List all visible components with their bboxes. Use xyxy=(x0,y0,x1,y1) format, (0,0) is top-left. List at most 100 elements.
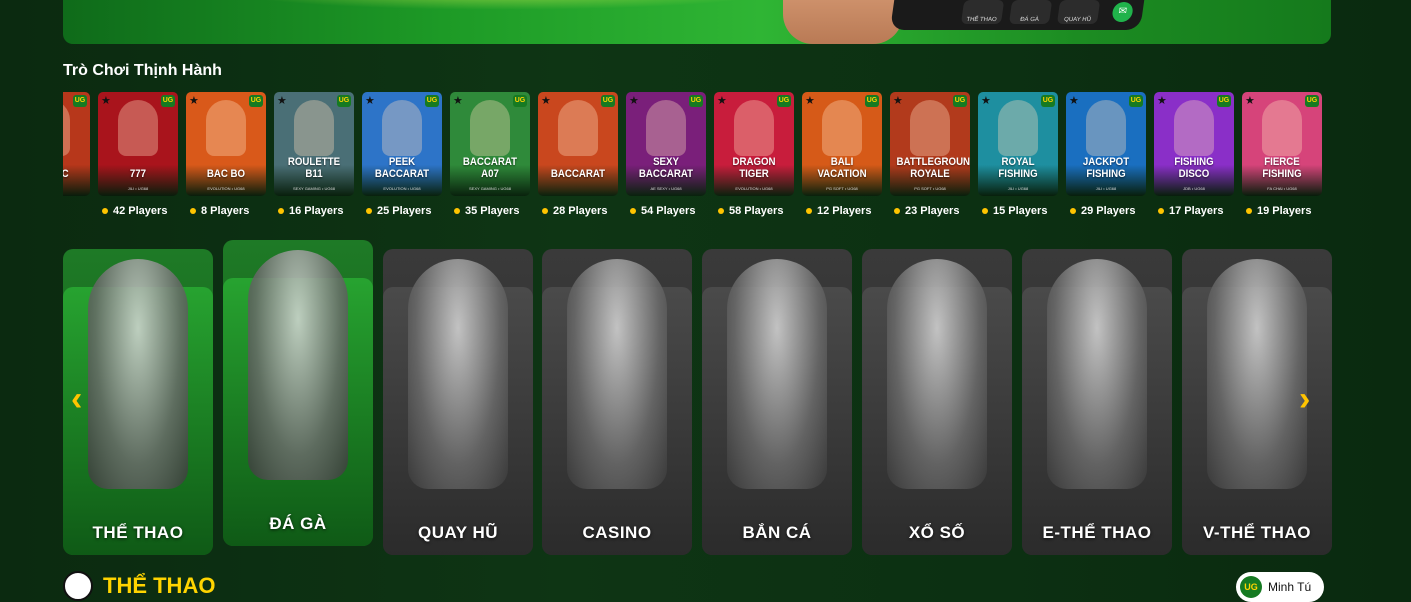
game-thumbnail[interactable]: ★UG...ES EC xyxy=(63,92,90,196)
carousel-next-arrow[interactable]: › xyxy=(1299,380,1310,419)
star-icon[interactable]: ★ xyxy=(629,94,639,107)
game-thumbnail[interactable]: ★ UG JACKPOT FISHING JILI • UG68 xyxy=(1066,92,1146,196)
game-art xyxy=(206,100,246,156)
star-icon[interactable]: ★ xyxy=(189,94,199,107)
category-art xyxy=(248,250,348,480)
star-icon[interactable]: ★ xyxy=(981,94,991,107)
game-art xyxy=(558,100,598,156)
game-title: FISHING DISCO xyxy=(1174,156,1214,180)
category-card[interactable]: ĐÁ GÀ xyxy=(223,240,373,546)
players-count: 58 Players xyxy=(714,205,794,217)
game-thumbnail[interactable]: ★ UG BACCARAT A07 SEXY GAMING • UG68 xyxy=(450,92,530,196)
game-card[interactable]: ★ UG ROULETTE B11 SEXY GAMING • UG68 16 Play… xyxy=(274,92,354,217)
star-icon[interactable]: ★ xyxy=(805,94,815,107)
soccer-ball-icon xyxy=(63,571,93,601)
game-card[interactable]: ★ UG BATTLEGROUND ROYALE PG SOFT • UG68 23 P… xyxy=(890,92,970,217)
game-card[interactable]: ★ UG SEXY BACCARAT AE SEXY • UG68 54 Players xyxy=(626,92,706,217)
star-icon[interactable]: ★ xyxy=(453,94,463,107)
phone-tab-the-thao: THỂ THAO xyxy=(960,0,1005,24)
players-count-label: 12 Players xyxy=(817,205,872,217)
game-art xyxy=(470,100,510,156)
game-card[interactable]: ★UG...ES EC ...ers xyxy=(63,92,90,217)
online-dot-icon xyxy=(982,208,988,215)
sports-section-title: THỂ THAO xyxy=(103,573,216,598)
game-card[interactable]: ★ UG JACKPOT FISHING JILI • UG68 29 Players xyxy=(1066,92,1146,217)
game-art xyxy=(382,100,422,156)
game-title: BATTLEGROUND ROYALE xyxy=(896,156,970,180)
banner-headline-glow xyxy=(223,0,783,10)
players-count-label: 16 Players xyxy=(289,205,344,217)
online-dot-icon xyxy=(806,208,812,215)
players-count: 12 Players xyxy=(802,205,882,217)
game-thumbnail[interactable]: ★ UG BATTLEGROUND ROYALE PG SOFT • UG68 xyxy=(890,92,970,196)
players-count: 17 Players xyxy=(1154,205,1234,217)
ug-logo-icon: UG xyxy=(161,95,175,107)
game-card[interactable]: ★ UG BAC BO EVOLUTION • UG68 8 Players xyxy=(186,92,266,217)
game-card[interactable]: ★ UG DRAGON TIGER EVOLUTION • UG68 58 Player… xyxy=(714,92,794,217)
game-provider: EVOLUTION • UG68 xyxy=(383,186,421,191)
ug-logo-icon: UG xyxy=(865,95,879,107)
category-carousel[interactable]: V-THỂ THAO E-THỂ THAO XỔ SỐ BẮN CÁ CASINO QUA… xyxy=(63,240,1332,560)
game-card[interactable]: ★ UG BACCARAT 28 Players xyxy=(538,92,618,217)
trending-games-carousel[interactable]: ★ UG ...ES EC ...ers ★ UG 777 JILI • UG68 42 Pla… xyxy=(63,92,1331,222)
game-card[interactable]: ★ UG BALI VACATION PG SOFT • UG68 12 Players xyxy=(802,92,882,217)
category-card[interactable]: BẮN CÁ xyxy=(702,249,852,555)
game-card[interactable]: ★ UG 777 JILI • UG68 42 Players xyxy=(98,92,178,217)
star-icon[interactable]: ★ xyxy=(893,94,903,107)
game-card[interactable]: ★ UG FISHING DISCO JDB • UG68 17 Players xyxy=(1154,92,1234,217)
game-art xyxy=(1262,100,1302,156)
game-thumbnail[interactable]: ★ UG BALI VACATION PG SOFT • UG68 xyxy=(802,92,882,196)
online-dot-icon xyxy=(1246,208,1252,215)
players-count: ...ers xyxy=(63,205,90,217)
game-title: BALI VACATION xyxy=(817,156,867,180)
star-icon[interactable]: ★ xyxy=(1245,94,1255,107)
players-count-label: 23 Players xyxy=(905,205,960,217)
game-art xyxy=(1174,100,1214,156)
game-provider: PG SOFT • UG68 xyxy=(914,186,946,191)
category-card[interactable]: XỔ SỐ xyxy=(862,249,1012,555)
user-badge[interactable]: UG Minh Tú xyxy=(1236,572,1324,602)
game-thumbnail[interactable]: ★ UG PEEK BACCARAT EVOLUTION • UG68 xyxy=(362,92,442,196)
game-card[interactable]: ★ UG ROYAL FISHING JILI • UG68 15 Players xyxy=(978,92,1058,217)
game-provider: JILI • UG68 xyxy=(1007,186,1029,191)
game-thumbnail[interactable]: ★ UG ROYAL FISHING JILI • UG68 xyxy=(978,92,1058,196)
players-count-label: 19 Players xyxy=(1257,205,1312,217)
star-icon[interactable]: ★ xyxy=(1069,94,1079,107)
game-thumbnail[interactable]: ★ UG BACCARAT xyxy=(538,92,618,196)
category-card[interactable]: THỂ THAO xyxy=(63,249,213,555)
game-provider: PG SOFT • UG68 xyxy=(826,186,858,191)
star-icon[interactable]: ★ xyxy=(1157,94,1167,107)
game-thumbnail[interactable]: ★ UG DRAGON TIGER EVOLUTION • UG68 xyxy=(714,92,794,196)
players-count: 54 Players xyxy=(626,205,706,217)
game-card[interactable]: ★ UG PEEK BACCARAT EVOLUTION • UG68 25 Playe… xyxy=(362,92,442,217)
star-icon[interactable]: ★ xyxy=(365,94,375,107)
promo-banner[interactable]: THỂ THAO ĐÁ GÀ QUAY HŨ ✉ xyxy=(63,0,1331,44)
game-provider: JILI • UG68 xyxy=(127,186,149,191)
carousel-prev-arrow[interactable]: ‹ xyxy=(71,380,82,419)
game-title: ROULETTE B11 xyxy=(287,156,341,180)
category-card[interactable]: CASINO xyxy=(542,249,692,555)
game-thumbnail[interactable]: ★ UG SEXY BACCARAT AE SEXY • UG68 xyxy=(626,92,706,196)
category-card[interactable]: E-THỂ THAO xyxy=(1022,249,1172,555)
star-icon[interactable]: ★ xyxy=(717,94,727,107)
game-thumbnail[interactable]: ★ UG ROULETTE B11 SEXY GAMING • UG68 xyxy=(274,92,354,196)
ug-logo-icon: UG xyxy=(777,95,791,107)
category-label: THỂ THAO xyxy=(92,523,184,542)
star-icon[interactable]: ★ xyxy=(101,94,111,107)
star-icon[interactable]: ★ xyxy=(541,94,551,107)
game-card[interactable]: ★ UG FIERCE FISHING FA CHAI • UG68 19 Player… xyxy=(1242,92,1322,217)
game-card[interactable]: ★ UG BACCARAT A07 SEXY GAMING • UG68 35 Play… xyxy=(450,92,530,217)
game-title: PEEK BACCARAT xyxy=(374,156,430,180)
category-card[interactable]: QUAY HŨ xyxy=(383,249,533,555)
game-art xyxy=(646,100,686,156)
game-title: DRAGON TIGER xyxy=(732,156,776,180)
category-art xyxy=(1207,259,1307,489)
game-thumbnail[interactable]: ★ UG FISHING DISCO JDB • UG68 xyxy=(1154,92,1234,196)
game-thumbnail[interactable]: ★ UG FIERCE FISHING FA CHAI • UG68 xyxy=(1242,92,1322,196)
game-title: ...ES EC xyxy=(63,168,83,180)
game-thumbnail[interactable]: ★ UG BAC BO EVOLUTION • UG68 xyxy=(186,92,266,196)
star-icon[interactable]: ★ xyxy=(277,94,287,107)
online-dot-icon xyxy=(542,208,548,215)
game-title: 777 xyxy=(129,168,147,180)
game-thumbnail[interactable]: ★ UG 777 JILI • UG68 xyxy=(98,92,178,196)
